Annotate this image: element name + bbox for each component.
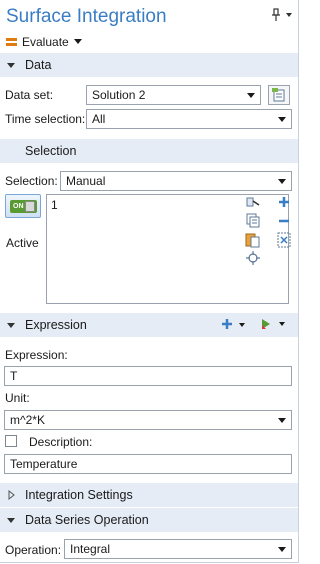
expanded-triangle-icon xyxy=(7,518,15,523)
description-checkbox[interactable] xyxy=(5,435,17,447)
description-input[interactable]: Temperature xyxy=(4,454,292,474)
active-label: Active xyxy=(6,236,39,250)
chevron-down-icon xyxy=(278,418,286,423)
dataset-value: Solution 2 xyxy=(92,88,146,102)
section-data[interactable]: Data xyxy=(0,53,298,77)
unit-combo[interactable]: m^2*K xyxy=(4,410,292,430)
chevron-down-icon xyxy=(278,117,286,122)
go-to-source-icon[interactable] xyxy=(268,85,290,105)
collapsed-triangle-icon xyxy=(8,490,15,500)
expression-value: T xyxy=(10,369,18,383)
unit-label: Unit: xyxy=(5,391,30,405)
dataset-combo[interactable]: Solution 2 xyxy=(86,85,261,105)
operation-label: Operation: xyxy=(5,543,62,557)
operation-combo[interactable]: Integral xyxy=(64,539,292,559)
dataset-label: Data set: xyxy=(5,88,54,102)
section-selection-label: Selection xyxy=(25,144,77,158)
expression-label: Expression: xyxy=(5,348,68,362)
replace-expression-icon[interactable] xyxy=(260,317,288,331)
toggle-knob xyxy=(25,201,35,212)
expanded-triangle-icon xyxy=(7,323,15,328)
panel-title: Surface Integration xyxy=(6,6,167,27)
settings-panel: Surface Integration Evaluate Data Data s… xyxy=(0,0,299,563)
zoom-to-selection-icon[interactable] xyxy=(246,251,260,265)
operation-value: Integral xyxy=(70,542,111,556)
selection-list[interactable]: 1 xyxy=(46,194,289,304)
time-selection-combo[interactable]: All xyxy=(86,109,292,129)
unit-value: m^2*K xyxy=(10,413,45,427)
expanded-triangle-icon xyxy=(7,63,15,68)
chevron-down-icon xyxy=(278,179,286,184)
section-data-series-operation-label: Data Series Operation xyxy=(25,513,149,527)
evaluate-button[interactable]: Evaluate xyxy=(6,34,82,50)
section-selection[interactable]: Selection xyxy=(0,139,298,163)
evaluate-label: Evaluate xyxy=(22,35,69,49)
clear-selection-icon[interactable] xyxy=(245,232,261,248)
section-integration-settings[interactable]: Integration Settings xyxy=(0,483,298,507)
insert-expression-icon[interactable] xyxy=(221,318,247,332)
chevron-down-icon xyxy=(278,547,286,552)
section-expression[interactable]: Expression xyxy=(0,313,298,337)
paste-icon[interactable] xyxy=(245,195,261,209)
minus-icon[interactable] xyxy=(278,216,290,226)
selection-label: Selection: xyxy=(5,174,58,188)
chevron-down-icon xyxy=(247,93,255,98)
description-label: Description: xyxy=(29,435,93,449)
section-integration-settings-label: Integration Settings xyxy=(25,488,133,502)
plus-icon[interactable] xyxy=(278,196,290,208)
copy-icon[interactable] xyxy=(245,213,261,229)
time-selection-value: All xyxy=(92,112,106,126)
selection-combo[interactable]: Manual xyxy=(60,171,292,191)
create-selection-icon[interactable] xyxy=(277,232,291,248)
section-data-series-operation[interactable]: Data Series Operation xyxy=(0,508,298,532)
selection-value: Manual xyxy=(66,174,106,188)
chevron-down-icon[interactable] xyxy=(73,39,82,45)
section-expression-label: Expression xyxy=(25,318,87,332)
expression-input[interactable]: T xyxy=(4,366,292,386)
active-toggle[interactable]: ON xyxy=(5,194,41,218)
time-selection-label: Time selection: xyxy=(5,112,86,126)
evaluate-icon xyxy=(6,37,17,47)
pin-icon[interactable] xyxy=(271,8,295,22)
description-value: Temperature xyxy=(10,457,78,471)
section-data-label: Data xyxy=(25,58,52,72)
